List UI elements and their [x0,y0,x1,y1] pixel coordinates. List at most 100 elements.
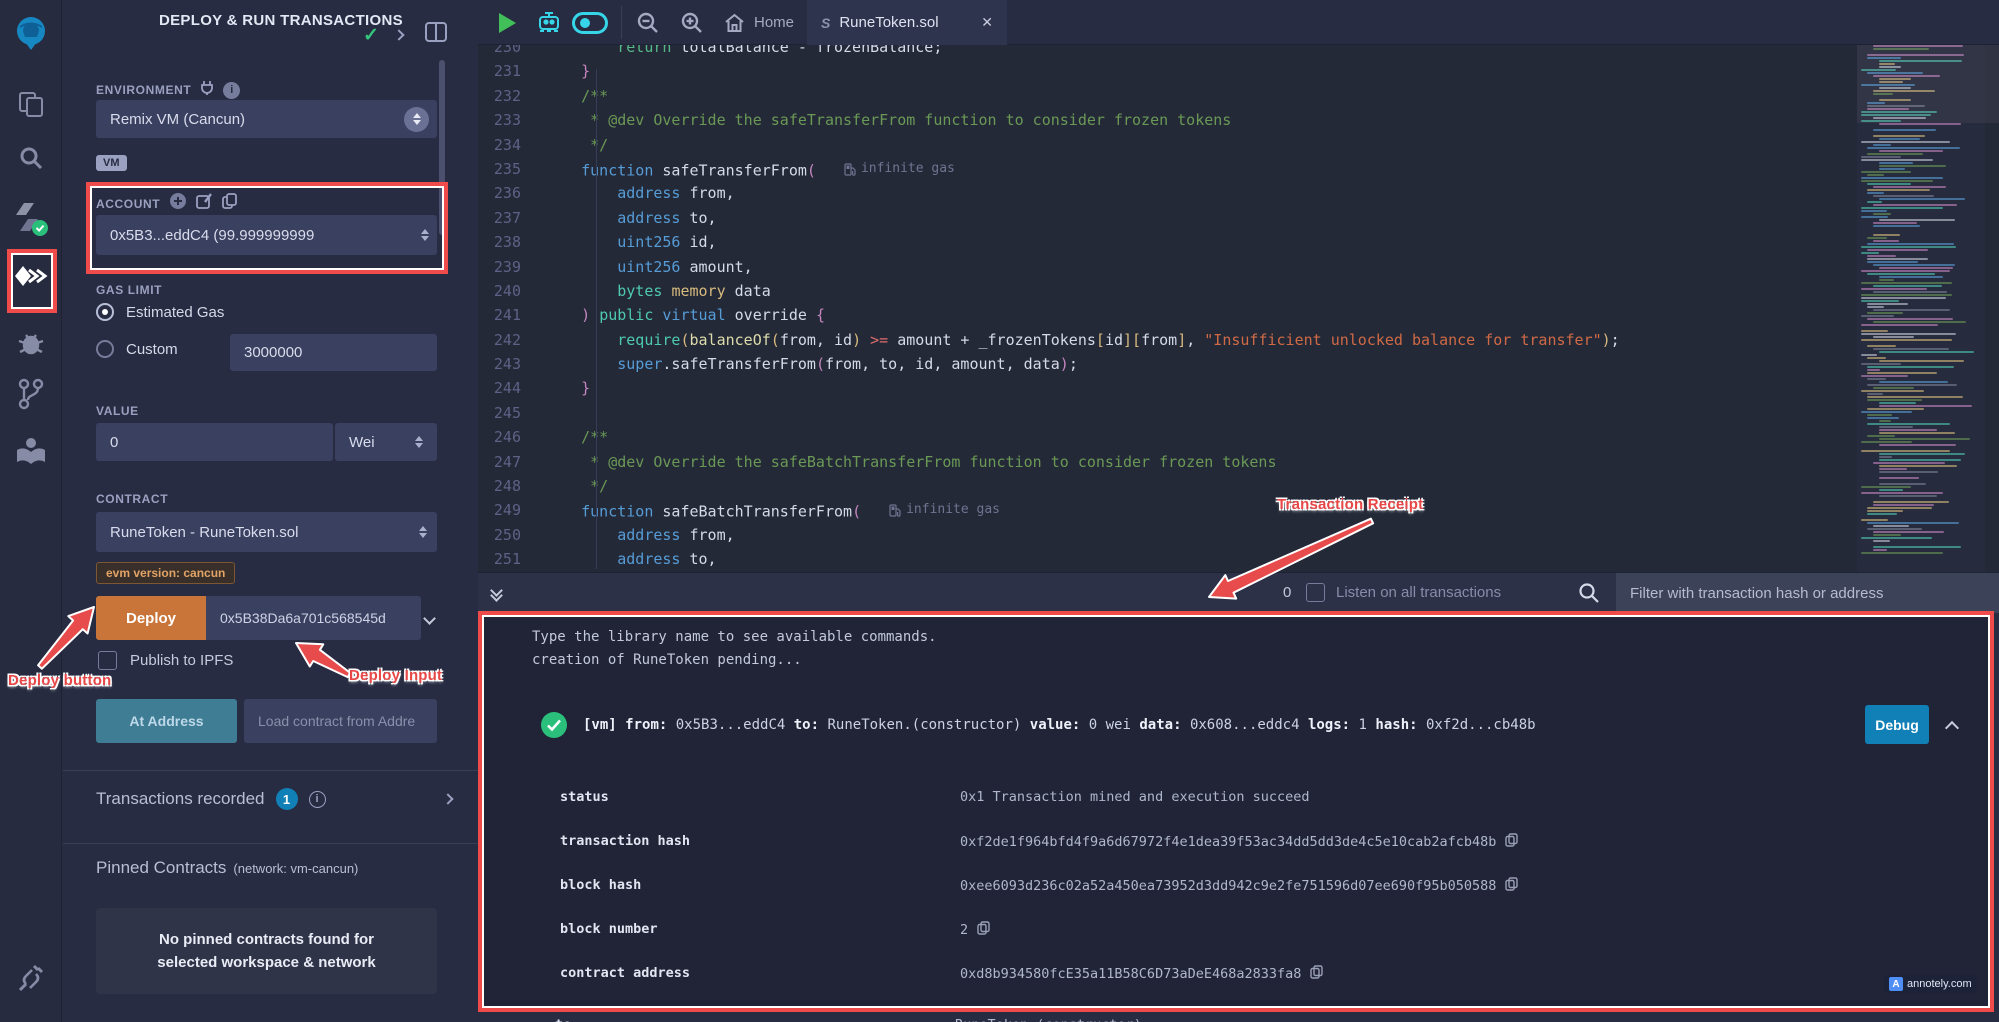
tab-runetoken[interactable]: S RuneToken.sol ✕ [807,0,1007,45]
at-address-button[interactable]: At Address [96,699,237,743]
code-editor[interactable]: 230 return totalBalance - frozenBalance;… [478,45,1857,572]
code-line-232[interactable]: 232 /** [478,84,1857,108]
at-address-input[interactable]: Load contract from Addre [244,699,437,743]
minimap[interactable] [1857,45,1985,572]
code-line-233[interactable]: 233 * @dev Override the safeTransferFrom… [478,108,1857,132]
add-account-icon[interactable] [170,193,186,214]
value-unit-select[interactable]: Wei [335,423,437,461]
code-line-240[interactable]: 240 bytes memory data [478,279,1857,303]
code-line-247[interactable]: 247 * @dev Override the safeBatchTransfe… [478,450,1857,474]
copy-icon[interactable] [977,921,990,939]
terminal-expand-icon[interactable] [492,586,501,600]
home-tab-label: Home [754,14,794,31]
minimap-viewport[interactable] [1857,45,1999,123]
account-label: ACCOUNT [96,197,160,211]
environment-info-icon[interactable]: i [223,82,240,99]
terminal-filter-input[interactable]: Filter with transaction hash or address [1616,573,1999,613]
custom-gas-radio[interactable] [96,340,114,358]
toolbar-separator [621,6,622,39]
code-line-238[interactable]: 238 uint256 id, [478,230,1857,254]
learneth-icon[interactable] [0,432,62,472]
receipt-value-transaction-hash: 0xf2de1f964bfd4f9a6d67972f4e1dea39f53ac3… [960,833,1518,851]
account-select[interactable]: 0x5B3...eddC4 (99.999999999 [96,215,437,255]
code-line-245[interactable]: 245 [478,401,1857,425]
tx-success-icon [540,711,568,743]
copy-icon[interactable] [1310,965,1323,983]
receipt-label-transaction-hash: transaction hash [560,833,690,849]
publish-ipfs-checkbox[interactable] [98,651,117,670]
code-line-243[interactable]: 243 super.safeTransferFrom(from, to, id,… [478,352,1857,376]
debug-button[interactable]: Debug [1865,705,1929,744]
receipt-value-block-hash: 0xee6093d236c02a52a450ea73952d3dd942c9e2… [960,877,1518,895]
deploy-collapse-chevron-icon[interactable] [425,610,434,628]
gas-limit-label: GAS LIMIT [96,283,162,297]
tab-home[interactable]: Home [724,0,794,45]
code-line-230[interactable]: 230 return totalBalance - frozenBalance; [478,45,1857,59]
plug-icon[interactable] [200,80,214,100]
value-label: VALUE [96,404,139,418]
code-line-231[interactable]: 231 } [478,59,1857,83]
solidity-compiler-icon[interactable] [0,198,62,238]
listen-transactions-checkbox[interactable] [1306,583,1325,602]
code-line-250[interactable]: 250 address from, [478,523,1857,547]
account-value: 0x5B3...eddC4 (99.999999999 [110,227,410,244]
terminal-search-icon[interactable] [1578,582,1600,609]
file-explorer-icon[interactable] [0,86,62,122]
pinned-contracts-title: Pinned Contracts [96,858,226,878]
code-line-237[interactable]: 237 address to, [478,206,1857,230]
git-icon[interactable] [0,374,62,414]
remix-logo[interactable] [0,10,62,56]
terminal-line: creation of RuneToken pending... [532,652,802,668]
estimated-gas-radio[interactable] [96,303,114,321]
contract-select[interactable]: RuneToken - RuneToken.sol [96,512,437,552]
code-line-251[interactable]: 251 address to, [478,547,1857,571]
pinned-contracts-network: (network: vm-cancun) [233,861,358,876]
deploy-run-icon[interactable] [0,255,62,307]
infinite-gas-hint: infinite gas [889,498,1000,522]
custom-gas-input[interactable]: 3000000 [230,334,437,371]
edit-account-icon[interactable] [196,193,212,214]
plugin-connect-icon[interactable] [0,956,62,1002]
panel-layout-icon[interactable] [425,22,447,47]
deploy-input[interactable]: 0x5B38Da6a701c568545d [206,596,421,640]
code-line-246[interactable]: 246 /** [478,425,1857,449]
search-icon[interactable] [0,140,62,176]
custom-gas-value: 3000000 [244,344,302,361]
indent-guide [596,69,597,569]
code-line-248[interactable]: 248 */ [478,474,1857,498]
code-line-249[interactable]: 249 function safeBatchTransferFrom(infin… [478,498,1857,522]
panel-forward-icon[interactable] [395,26,403,44]
annotation-deploy-input: Deploy Input [349,667,442,684]
zoom-out-icon[interactable] [636,0,660,45]
deploy-button[interactable]: Deploy [96,596,206,640]
environment-select[interactable]: Remix VM (Cancun) [96,100,437,138]
code-line-244[interactable]: 244 } [478,376,1857,400]
environment-updown-icon[interactable] [404,107,429,132]
remixai-robot-icon[interactable] [536,0,562,45]
value-input[interactable]: 0 [96,423,333,461]
debugger-icon[interactable] [0,326,62,360]
code-line-235[interactable]: 235 function safeTransferFrom(infinite g… [478,157,1857,181]
copilot-toggle-icon[interactable] [572,0,608,45]
transactions-info-icon[interactable]: i [309,791,326,808]
tx-summary-line[interactable]: [vm] from: 0x5B3...eddC4 to: RuneToken.(… [583,717,1536,733]
panel-scrollbar[interactable] [439,60,445,235]
annotation-deploy-button: Deploy button [8,672,111,689]
copy-icon[interactable] [1505,833,1518,851]
copy-account-icon[interactable] [222,193,237,214]
listen-transactions-label: Listen on all transactions [1336,584,1501,601]
run-script-icon[interactable] [497,0,517,45]
zoom-in-icon[interactable] [680,0,704,45]
tx-collapse-icon[interactable] [1947,721,1957,737]
receipt-label-contract-address: contract address [560,965,690,981]
terminal-content[interactable]: Type the library name to see available c… [488,621,1984,1002]
terminal-line: Type the library name to see available c… [532,629,937,645]
code-line-242[interactable]: 242 require(balanceOf(from, id) >= amoun… [478,328,1857,352]
transactions-expand-icon[interactable] [444,790,452,808]
code-line-239[interactable]: 239 uint256 amount, [478,255,1857,279]
code-line-241[interactable]: 241 ) public virtual override { [478,303,1857,327]
copy-icon[interactable] [1505,877,1518,895]
code-line-236[interactable]: 236 address from, [478,181,1857,205]
code-line-234[interactable]: 234 */ [478,133,1857,157]
tab-close-icon[interactable]: ✕ [981,14,993,31]
